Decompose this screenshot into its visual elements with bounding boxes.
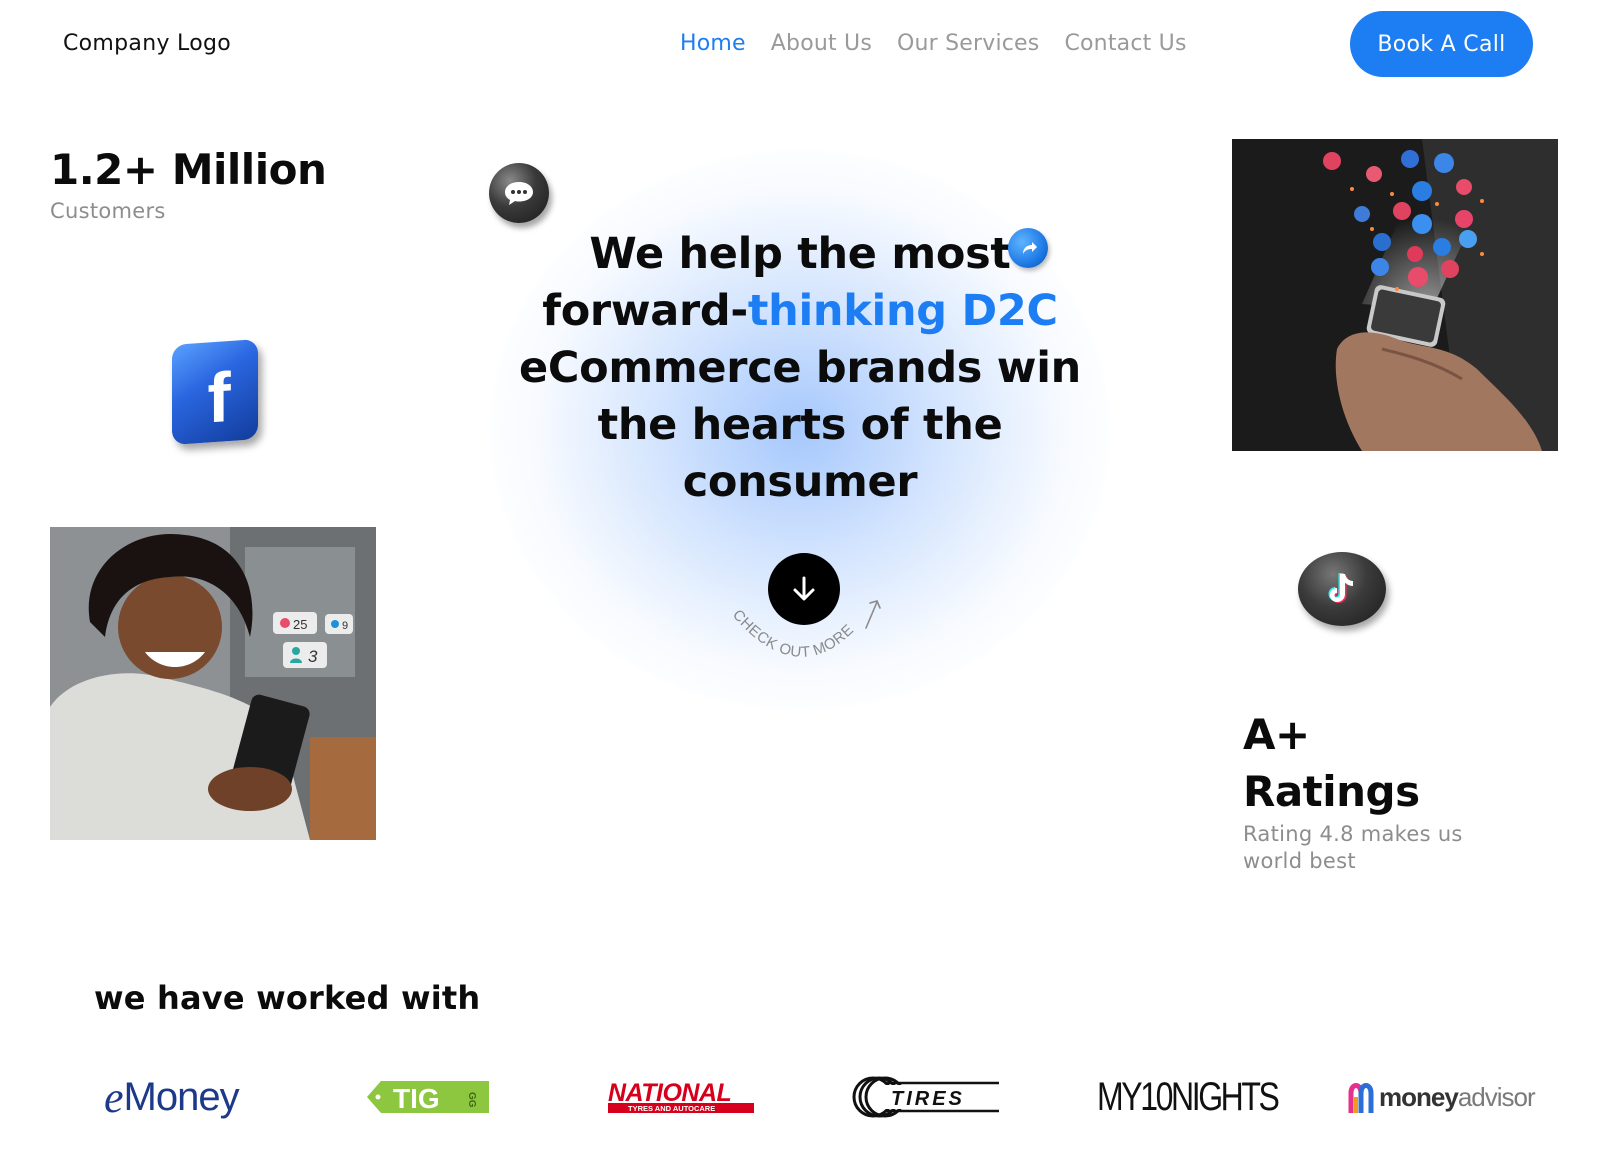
ratings-stat-desc-line1: Rating 4.8 makes us — [1243, 822, 1463, 846]
book-a-call-button[interactable]: Book A Call — [1350, 11, 1533, 77]
tig-subtext: GG — [466, 1092, 477, 1108]
moneyadvisor-advisor: advisor — [1457, 1081, 1536, 1112]
my10nights-text: MY10NIGHTS — [1097, 1074, 1280, 1119]
hero-line-1: We help the most — [589, 229, 1011, 279]
share-icon — [1008, 228, 1048, 268]
tires-text: TIRES — [891, 1088, 965, 1110]
tiktok-icon — [1298, 552, 1386, 626]
tig-text: TIG — [393, 1083, 440, 1114]
hero-line-3: eCommerce brands win — [519, 343, 1081, 393]
nav-about-us[interactable]: About Us — [771, 31, 872, 56]
company-logo[interactable]: Company Logo — [63, 31, 231, 56]
moneyadvisor-money: money — [1379, 1081, 1459, 1112]
follower-count: 3 — [308, 647, 318, 666]
hand-phone-social-photo — [1232, 139, 1558, 451]
hero-line-4: the hearts of the — [597, 400, 1003, 450]
national-subtext: TYRES AND AUTOCARE — [628, 1104, 715, 1113]
partner-logo-my10nights: MY10NIGHTS — [1097, 1072, 1323, 1122]
customers-stat-value: 1.2+ Million — [50, 145, 327, 194]
hero-line-2-accent: thinking D2C — [747, 286, 1058, 336]
check-out-more-curved-label[interactable]: CHECK OUT MORE — [720, 590, 890, 670]
moneyadvisor-mark-icon — [1348, 1083, 1374, 1113]
ratings-stat-value-line2: Ratings — [1243, 767, 1420, 816]
hero-line-2-prefix: forward- — [542, 286, 748, 336]
chat-bubble-icon — [489, 163, 549, 223]
like-count: 25 — [293, 617, 307, 632]
partner-logo-tig: TIG GG — [367, 1072, 489, 1122]
ratings-stat-value-line1: A+ — [1243, 710, 1310, 759]
woman-smartphone-photo: 25 9 3 — [50, 527, 376, 840]
nav-our-services[interactable]: Our Services — [897, 31, 1039, 56]
main-nav: Home About Us Our Services Contact Us — [680, 31, 1187, 56]
hero-line-5: consumer — [682, 457, 918, 507]
partner-logo-national: NATIONAL TYRES AND AUTOCARE — [606, 1072, 756, 1122]
svg-text:CHECK OUT MORE: CHECK OUT MORE — [729, 606, 857, 661]
nav-home[interactable]: Home — [680, 31, 746, 56]
comment-count: 9 — [342, 620, 348, 632]
national-text: NATIONAL — [608, 1079, 731, 1107]
ratings-stat-desc-line2: world best — [1243, 849, 1356, 873]
arrow-up-right-icon — [865, 600, 881, 629]
partners-heading: we have worked with — [94, 979, 481, 1017]
emoney-money: Money — [123, 1074, 240, 1119]
emoney-e: e — [104, 1072, 124, 1122]
customers-stat-label: Customers — [50, 199, 166, 223]
partner-logo-tires: TIRES — [851, 1072, 1003, 1122]
nav-contact-us[interactable]: Contact Us — [1064, 31, 1186, 56]
check-out-more-text: CHECK OUT MORE — [729, 606, 857, 661]
partner-logo-moneyadvisor: money advisor — [1347, 1072, 1536, 1122]
hero-headline: We help the most forward-thinking D2C eC… — [480, 226, 1120, 511]
facebook-icon: f — [172, 338, 258, 446]
partner-logo-emoney: e Money — [104, 1072, 240, 1122]
